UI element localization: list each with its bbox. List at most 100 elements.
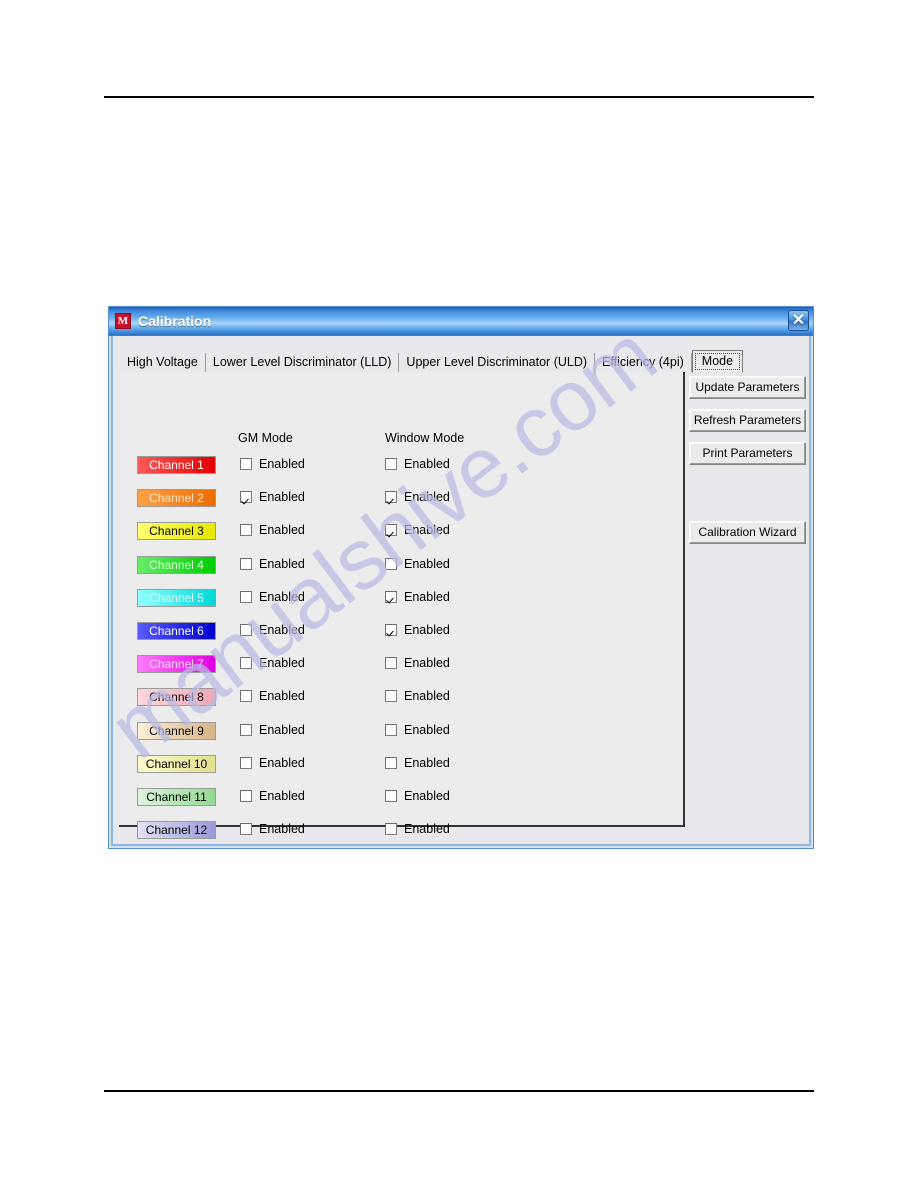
checkbox-unchecked-icon bbox=[240, 657, 252, 670]
app-icon: M bbox=[115, 313, 131, 329]
tab-upper-level-discriminator-uld[interactable]: Upper Level Discriminator (ULD) bbox=[399, 353, 596, 372]
checkbox-unchecked-icon bbox=[240, 690, 252, 703]
window-mode-checkbox-channel-5[interactable]: Enabled bbox=[385, 590, 450, 604]
window-mode-checkbox-channel-4[interactable]: Enabled bbox=[385, 557, 450, 571]
channel-button-1[interactable]: Channel 1 bbox=[137, 456, 216, 474]
checkbox-label: Enabled bbox=[404, 457, 450, 471]
checkbox-label: Enabled bbox=[259, 656, 305, 671]
close-glyph: ✕ bbox=[791, 311, 806, 329]
checkbox-label: Enabled bbox=[259, 556, 305, 571]
channel-button-7[interactable]: Channel 7 bbox=[137, 655, 216, 674]
tab-label: Mode bbox=[701, 354, 734, 368]
gm-mode-checkbox-channel-11[interactable]: Enabled bbox=[240, 789, 305, 803]
checkbox-unchecked-icon bbox=[385, 690, 397, 703]
column-header-gm-mode: GM Mode bbox=[238, 431, 293, 445]
checkbox-label: Enabled bbox=[404, 622, 450, 637]
tab-label: Efficiency (4pi) bbox=[602, 355, 684, 369]
close-icon[interactable]: ✕ bbox=[788, 310, 809, 331]
update-parameters-button[interactable]: Update Parameters bbox=[689, 376, 806, 399]
tab-label: Upper Level Discriminator (ULD) bbox=[406, 355, 588, 369]
channel-row: Channel 5 Enabled Enabled bbox=[119, 587, 683, 620]
gm-mode-checkbox-channel-9[interactable]: Enabled bbox=[240, 723, 305, 737]
gm-mode-checkbox-channel-10[interactable]: Enabled bbox=[240, 756, 305, 770]
checkbox-label: Enabled bbox=[259, 788, 305, 803]
gm-mode-checkbox-channel-6[interactable]: Enabled bbox=[240, 623, 305, 637]
channel-button-5[interactable]: Channel 5 bbox=[137, 588, 216, 607]
checkbox-label: Enabled bbox=[404, 523, 450, 538]
window-mode-checkbox-channel-2[interactable]: Enabled bbox=[385, 490, 450, 504]
gm-mode-checkbox-channel-4[interactable]: Enabled bbox=[240, 557, 305, 571]
gm-mode-checkbox-channel-2[interactable]: Enabled bbox=[240, 490, 305, 504]
channel-row: Channel 12 Enabled Enabled bbox=[119, 819, 683, 852]
gm-mode-checkbox-channel-12[interactable]: Enabled bbox=[240, 822, 305, 836]
checkbox-unchecked-icon bbox=[240, 458, 252, 470]
refresh-parameters-button[interactable]: Refresh Parameters bbox=[689, 409, 806, 432]
checkbox-label: Enabled bbox=[404, 589, 450, 604]
tab-lower-level-discriminator-lld[interactable]: Lower Level Discriminator (LLD) bbox=[205, 353, 400, 372]
checkbox-label: Enabled bbox=[259, 822, 305, 837]
window-mode-checkbox-channel-12[interactable]: Enabled bbox=[385, 822, 450, 836]
window-mode-checkbox-channel-3[interactable]: Enabled bbox=[385, 523, 450, 537]
channel-button-3[interactable]: Channel 3 bbox=[137, 522, 216, 541]
channel-button-10[interactable]: Channel 10 bbox=[137, 754, 216, 773]
checkbox-checked-icon bbox=[385, 524, 397, 537]
checkbox-label: Enabled bbox=[404, 556, 450, 571]
gm-mode-checkbox-channel-7[interactable]: Enabled bbox=[240, 656, 305, 670]
tab-high-voltage[interactable]: High Voltage bbox=[120, 353, 206, 372]
tab-strip: High Voltage Lower Level Discriminator (L… bbox=[120, 350, 744, 373]
channel-row: Channel 10 Enabled Enabled bbox=[119, 753, 683, 786]
page-header-rule bbox=[104, 96, 814, 98]
checkbox-unchecked-icon bbox=[385, 657, 397, 670]
checkbox-label: Enabled bbox=[259, 755, 305, 770]
checkbox-unchecked-icon bbox=[385, 756, 397, 769]
window-mode-checkbox-channel-1[interactable]: Enabled bbox=[385, 457, 450, 471]
window-mode-checkbox-channel-8[interactable]: Enabled bbox=[385, 689, 450, 703]
gm-mode-checkbox-channel-3[interactable]: Enabled bbox=[240, 523, 305, 537]
checkbox-checked-icon bbox=[385, 590, 397, 603]
checkbox-unchecked-icon bbox=[240, 823, 252, 836]
checkbox-label: Enabled bbox=[259, 490, 305, 505]
channel-row: Channel 4 Enabled Enabled bbox=[119, 554, 683, 587]
channel-button-4[interactable]: Channel 4 bbox=[137, 555, 216, 574]
checkbox-unchecked-icon bbox=[240, 524, 252, 537]
window-mode-checkbox-channel-7[interactable]: Enabled bbox=[385, 656, 450, 670]
gm-mode-checkbox-channel-1[interactable]: Enabled bbox=[240, 457, 305, 471]
channel-button-8[interactable]: Channel 8 bbox=[137, 688, 216, 707]
checkbox-label: Enabled bbox=[404, 822, 450, 837]
checkbox-checked-icon bbox=[385, 623, 397, 636]
checkbox-label: Enabled bbox=[404, 722, 450, 737]
tab-label: High Voltage bbox=[127, 355, 198, 369]
checkbox-unchecked-icon bbox=[385, 557, 397, 570]
gm-mode-checkbox-channel-8[interactable]: Enabled bbox=[240, 689, 305, 703]
checkbox-unchecked-icon bbox=[240, 590, 252, 603]
dialog-client-area: High Voltage Lower Level Discriminator (L… bbox=[111, 336, 811, 846]
channel-button-6[interactable]: Channel 6 bbox=[137, 621, 216, 640]
channel-button-11[interactable]: Channel 11 bbox=[137, 787, 216, 806]
checkbox-label: Enabled bbox=[259, 589, 305, 604]
checkbox-checked-icon bbox=[240, 491, 252, 504]
window-mode-checkbox-channel-10[interactable]: Enabled bbox=[385, 756, 450, 770]
channel-button-9[interactable]: Channel 9 bbox=[137, 721, 216, 740]
tab-mode[interactable]: Mode bbox=[691, 350, 744, 373]
tab-label: Lower Level Discriminator (LLD) bbox=[212, 355, 392, 369]
checkbox-unchecked-icon bbox=[385, 723, 397, 736]
window-mode-checkbox-channel-11[interactable]: Enabled bbox=[385, 789, 450, 803]
tab-efficiency-4pi[interactable]: Efficiency (4pi) bbox=[595, 353, 692, 372]
window-mode-checkbox-channel-9[interactable]: Enabled bbox=[385, 723, 450, 737]
channel-row: Channel 2 Enabled Enabled bbox=[119, 487, 683, 520]
window-mode-checkbox-channel-6[interactable]: Enabled bbox=[385, 623, 450, 637]
calibration-dialog: M Calibration ✕ High Voltage Lower Level … bbox=[108, 306, 814, 849]
channel-button-2[interactable]: Channel 2 bbox=[137, 489, 216, 508]
print-parameters-button[interactable]: Print Parameters bbox=[689, 442, 806, 465]
channel-button-12[interactable]: Channel 12 bbox=[137, 821, 216, 840]
column-header-window-mode: Window Mode bbox=[385, 431, 465, 445]
checkbox-label: Enabled bbox=[404, 490, 450, 505]
channel-row: Channel 9 Enabled Enabled bbox=[119, 720, 683, 753]
gm-mode-checkbox-channel-5[interactable]: Enabled bbox=[240, 590, 305, 604]
channel-rows: Channel 1 Enabled Enabled Channel 2 Enabled E… bbox=[119, 454, 683, 852]
checkbox-label: Enabled bbox=[404, 788, 450, 803]
checkbox-unchecked-icon bbox=[240, 623, 252, 636]
channel-row: Channel 1 Enabled Enabled bbox=[119, 454, 683, 487]
calibration-wizard-button[interactable]: Calibration Wizard bbox=[689, 521, 806, 544]
checkbox-unchecked-icon bbox=[385, 458, 397, 470]
